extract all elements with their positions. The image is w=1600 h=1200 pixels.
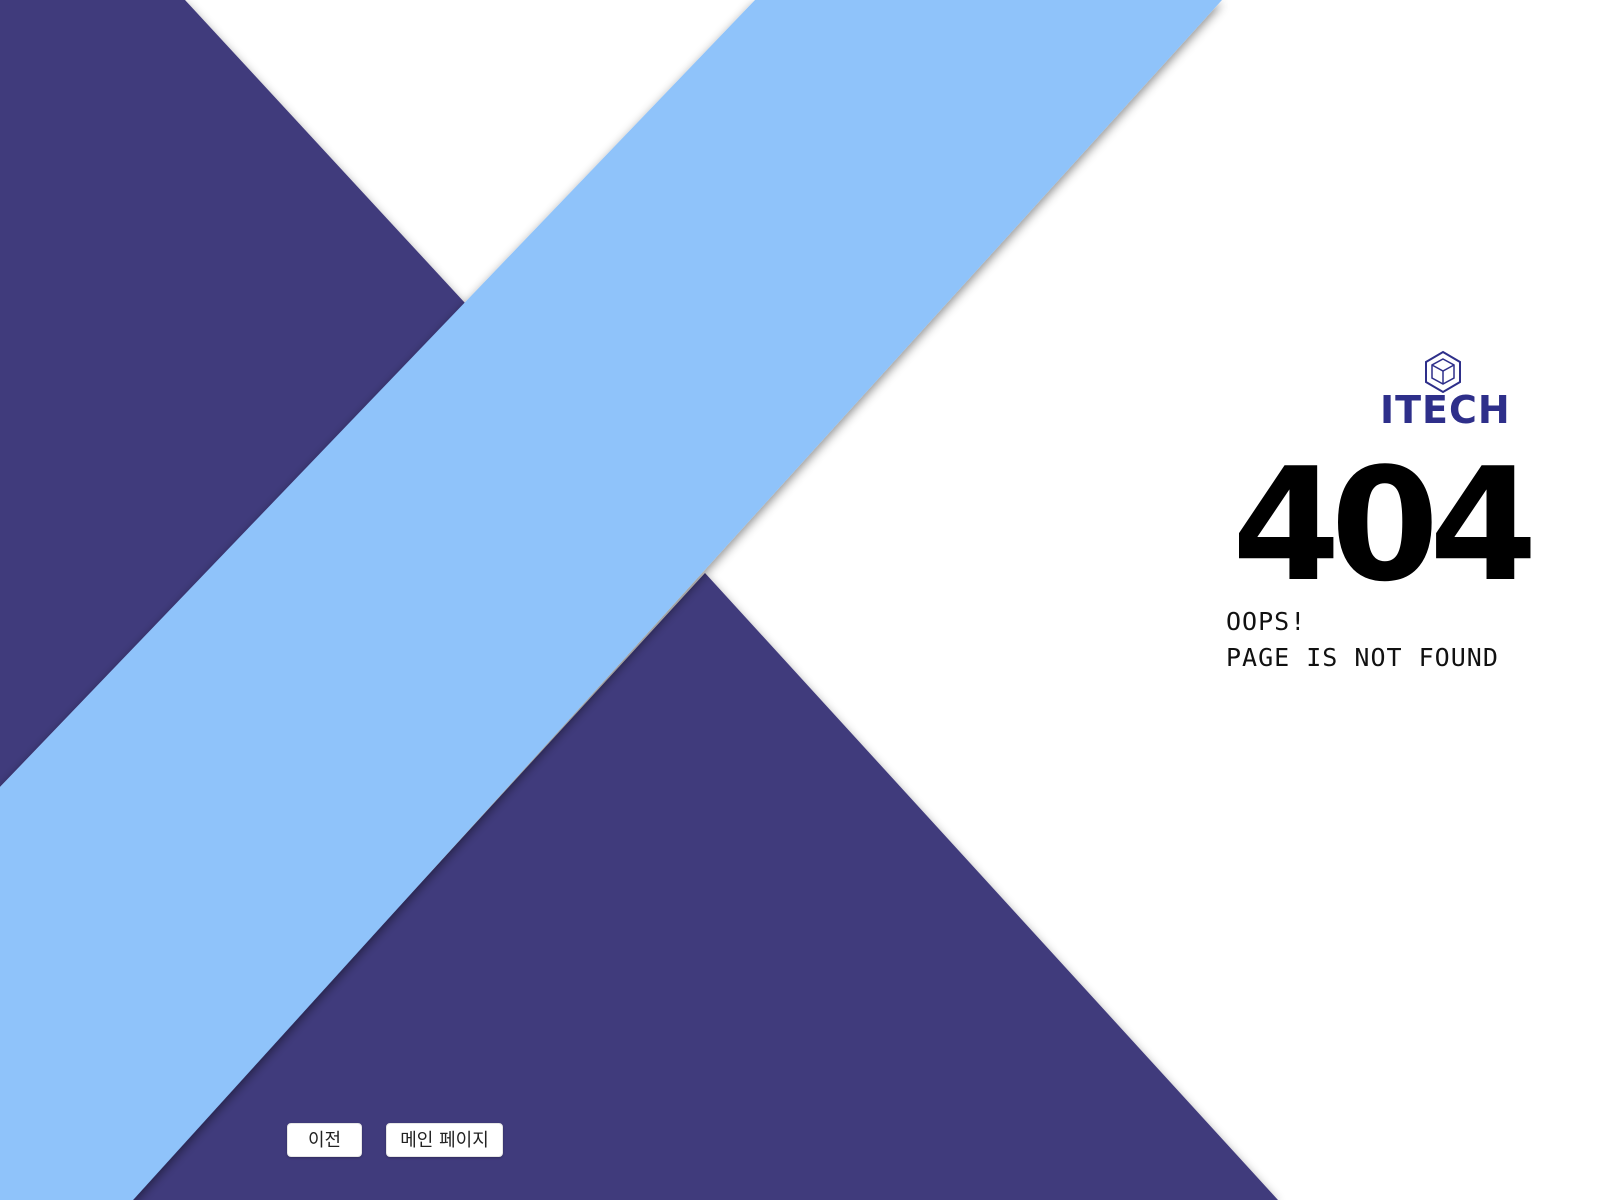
brand-logo: ITECH — [1380, 350, 1520, 432]
error-message-not-found: PAGE IS NOT FOUND — [1226, 643, 1499, 672]
home-button[interactable]: 메인 페이지 — [386, 1123, 503, 1157]
brand-name: ITECH — [1380, 388, 1511, 432]
error-message-oops: OOPS! — [1226, 607, 1307, 636]
error-code: 404 — [1232, 434, 1538, 616]
error-page: ITECH 404 OOPS! PAGE IS NOT FOUND 이전 메인 … — [0, 0, 1600, 1200]
back-button[interactable]: 이전 — [287, 1123, 362, 1157]
